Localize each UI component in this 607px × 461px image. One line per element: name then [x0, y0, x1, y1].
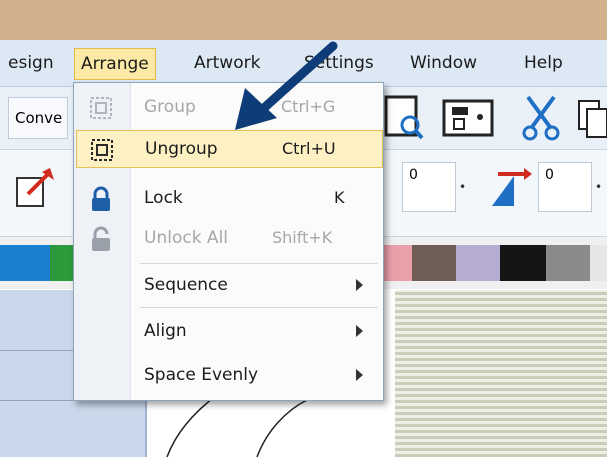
submenu-arrow-icon [356, 279, 363, 291]
menu-item-label: Space Evenly [144, 365, 259, 385]
degree-symbol-2: • [595, 180, 603, 194]
menu-item-space-evenly[interactable]: Space Evenly [76, 357, 381, 393]
ungroup-icon [91, 139, 113, 161]
print-preview-icon[interactable] [380, 93, 426, 143]
menu-item-label: Lock [144, 188, 183, 208]
menu-separator [140, 263, 378, 264]
unlock-icon [92, 226, 110, 251]
menu-item-shortcut: K [334, 188, 345, 207]
color-swatch[interactable] [50, 245, 74, 281]
fabric-preview [395, 290, 607, 457]
menu-item-label: Unlock All [144, 228, 229, 248]
menu-item-shortcut: Shift+K [272, 228, 333, 247]
window-title-strip [0, 0, 607, 40]
menu-item-unlock-all[interactable]: Unlock All Shift+K [76, 220, 381, 256]
menu-item-label: Group [144, 97, 196, 117]
menu-item-label: Ungroup [145, 139, 218, 159]
color-swatch[interactable] [500, 245, 546, 281]
color-swatch[interactable] [412, 245, 456, 281]
color-swatch[interactable] [0, 245, 50, 281]
menu-item-label: Sequence [144, 275, 228, 295]
menu-separator [140, 307, 378, 308]
menu-item-sequence[interactable]: Sequence [76, 267, 381, 303]
slant-field[interactable]: 0 [538, 162, 592, 212]
annotation-arrow-icon [235, 41, 338, 130]
menu-help[interactable]: Help [518, 48, 569, 78]
color-swatch[interactable] [590, 245, 607, 281]
color-swatch[interactable] [546, 245, 590, 281]
menu-item-label: Align [144, 321, 187, 341]
group-icon [90, 97, 112, 119]
lock-icon [92, 186, 110, 211]
menu-design[interactable]: esign [2, 48, 60, 78]
menu-item-lock[interactable]: Lock K [76, 180, 381, 216]
submenu-arrow-icon [356, 325, 363, 337]
cut-icon[interactable] [518, 93, 564, 143]
angle-field[interactable]: 0 [402, 162, 456, 212]
machine-icon[interactable] [440, 95, 498, 141]
copy-icon[interactable] [575, 97, 607, 141]
slant-icon[interactable] [488, 166, 532, 210]
color-swatch[interactable] [456, 245, 500, 281]
menu-arrange[interactable]: Arrange [74, 48, 156, 80]
submenu-arrow-icon [356, 369, 363, 381]
convert-button[interactable]: Conve [8, 97, 68, 139]
resize-icon[interactable] [14, 166, 56, 210]
color-swatch[interactable] [382, 245, 412, 281]
degree-symbol: • [459, 180, 467, 194]
menu-item-align[interactable]: Align [76, 313, 381, 349]
menu-window[interactable]: Window [404, 48, 483, 78]
